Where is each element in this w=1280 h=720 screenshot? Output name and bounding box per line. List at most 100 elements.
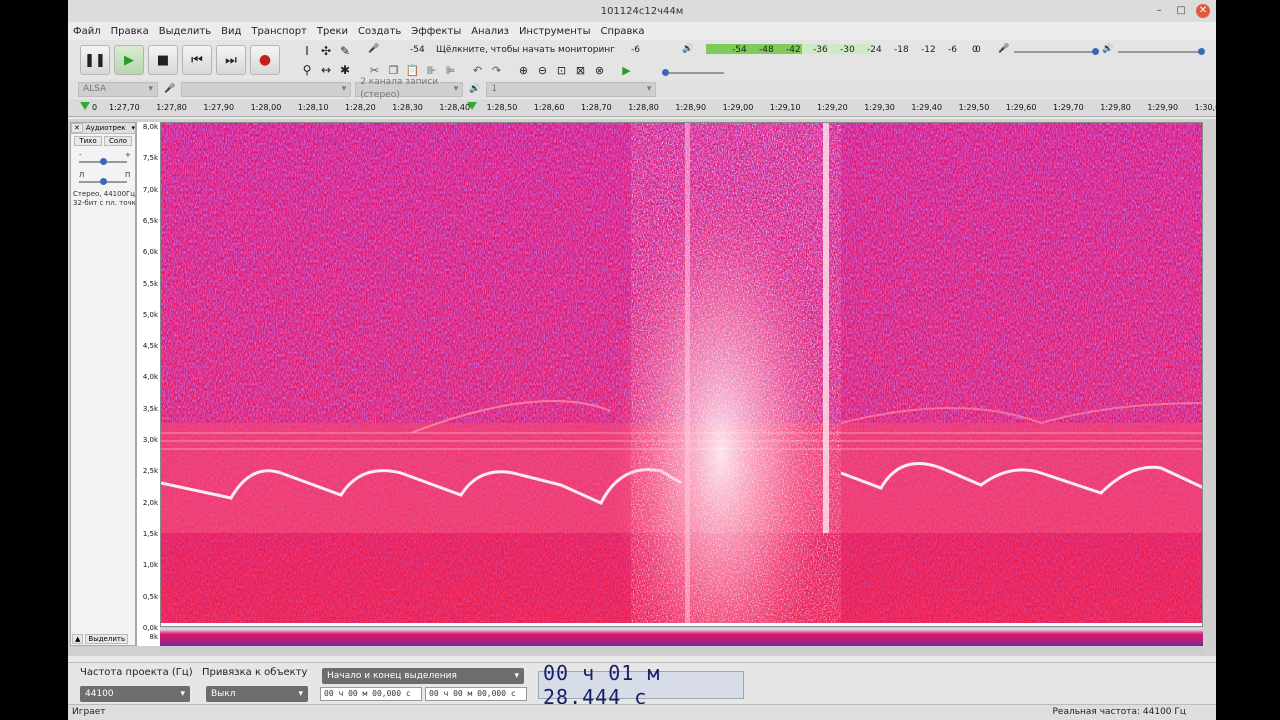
chevron-down-icon: ▾ xyxy=(514,671,519,681)
menu-item-3[interactable]: Вид xyxy=(216,26,246,37)
track-header: ✕ Аудиотрек ▾ xyxy=(71,123,135,134)
vertical-scrollbar[interactable] xyxy=(1206,122,1214,646)
undo-icon[interactable]: ↶ xyxy=(469,62,486,79)
frequency-axis: 8,0k 7,5k 7,0k 6,5k 6,0k 5,5k 5,0k 4,5k 4,0k 3,5k… xyxy=(136,122,160,646)
menu-item-8[interactable]: Анализ xyxy=(466,26,514,37)
mute-button[interactable]: Тихо xyxy=(74,136,102,146)
playback-device-select[interactable]: 1 ▾ xyxy=(486,81,657,97)
minimize-icon[interactable]: – xyxy=(1152,4,1166,18)
gain-min-label: - xyxy=(79,151,82,159)
zoom-tool-icon[interactable]: ⚲ xyxy=(298,61,316,79)
gain-knob[interactable] xyxy=(100,158,107,165)
playback-meter-tick: -24 xyxy=(867,45,882,55)
playback-meter-tick: -54 xyxy=(732,45,747,55)
play-speed-knob[interactable] xyxy=(662,69,669,76)
audio-position-display[interactable]: 00 ч 01 м 28.444 с xyxy=(538,661,744,709)
select-track-button[interactable]: Выделить xyxy=(85,634,129,644)
fit-project-icon[interactable]: ⊠ xyxy=(572,62,589,79)
track-close-icon[interactable]: ✕ xyxy=(71,123,83,133)
track-name[interactable]: Аудиотрек xyxy=(86,124,126,132)
ruler-tick-label: 1:29,30 xyxy=(864,103,895,112)
record-volume-knob[interactable] xyxy=(1092,48,1099,55)
zoom-toggle-icon[interactable]: ⊗ xyxy=(591,62,608,79)
lower-track-strip[interactable] xyxy=(160,629,1203,646)
selection-end-field[interactable]: 00 ч 00 м 00,000 с xyxy=(425,687,527,701)
host-select[interactable]: ALSA ▾ xyxy=(78,81,158,97)
menu-item-1[interactable]: Правка xyxy=(106,26,154,37)
record-meter-prompt[interactable]: Щёлкните, чтобы начать мониторинг xyxy=(436,45,615,55)
ruler-tick-label: 1:28,70 xyxy=(581,103,612,112)
playback-volume-knob[interactable] xyxy=(1198,48,1205,55)
window-controls: – □ ✕ xyxy=(1152,4,1210,18)
menu-item-7[interactable]: Эффекты xyxy=(406,26,466,37)
timeshift-tool-icon[interactable]: ↔ xyxy=(317,61,335,79)
frequency-tick-label: 6,0k xyxy=(142,248,158,257)
selection-mode-value: Начало и конец выделения xyxy=(327,671,457,681)
close-icon[interactable]: ✕ xyxy=(1196,4,1210,18)
pause-button[interactable]: ❚❚ xyxy=(80,45,110,75)
menu-item-6[interactable]: Создать xyxy=(353,26,406,37)
play-region-start-marker[interactable] xyxy=(80,102,90,110)
selection-mode-select[interactable]: Начало и конец выделения ▾ xyxy=(322,668,524,684)
chevron-down-icon: ▾ xyxy=(180,689,185,699)
track-control-panel: ✕ Аудиотрек ▾ Тихо Соло - + Л П Стерео, … xyxy=(70,122,138,646)
ruler-tick-label: 1:30,00 xyxy=(1194,103,1216,112)
maximize-icon[interactable]: □ xyxy=(1174,4,1188,18)
chevron-down-icon: ▾ xyxy=(341,83,347,94)
record-meter-icon[interactable]: 🎤 xyxy=(368,44,379,54)
frequency-tick-label: 2,0k xyxy=(142,498,158,507)
playback-volume-slider[interactable] xyxy=(1118,51,1202,53)
frequency-tick-label: 3,5k xyxy=(142,404,158,413)
menu-item-9[interactable]: Инструменты xyxy=(514,26,596,37)
timeline-ruler[interactable]: 0 1:27,70 1:27,80 1:27,90 1:28,00 1:28,10 1:28… xyxy=(68,99,1216,117)
menu-item-2[interactable]: Выделить xyxy=(154,26,216,37)
redo-icon[interactable]: ↷ xyxy=(488,62,505,79)
rate-select[interactable]: 44100 ▾ xyxy=(80,686,190,702)
selection-tool-icon[interactable]: I xyxy=(298,42,316,60)
collapse-icon[interactable]: ▲ xyxy=(72,634,84,644)
status-bar: Играет Реальная частота: 44100 Гц xyxy=(68,704,1216,720)
multi-tool-icon[interactable]: ✱ xyxy=(336,61,354,79)
menu-item-10[interactable]: Справка xyxy=(596,26,650,37)
envelope-tool-icon[interactable]: ✣ xyxy=(317,42,335,60)
stop-button[interactable]: ■ xyxy=(148,45,178,75)
playback-meter-icon[interactable]: 🔊 xyxy=(682,44,693,54)
menu-item-5[interactable]: Треки xyxy=(312,26,353,37)
draw-tool-icon[interactable]: ✎ xyxy=(336,42,354,60)
zoom-in-icon[interactable]: ⊕ xyxy=(515,62,532,79)
frequency-tick-label: 4,5k xyxy=(142,342,158,351)
chevron-down-icon[interactable]: ▾ xyxy=(131,124,135,132)
record-volume-slider[interactable] xyxy=(1014,51,1094,53)
solo-button[interactable]: Соло xyxy=(104,136,132,146)
horizontal-scrollbar[interactable] xyxy=(160,646,1203,654)
speaker-icon: 🔊 xyxy=(469,84,481,94)
chevron-down-icon: ▾ xyxy=(298,689,303,699)
play-at-speed-icon[interactable]: ▶ xyxy=(618,62,635,79)
playback-volume-icon: 🔊 xyxy=(1102,44,1114,54)
record-device-select[interactable]: ▾ xyxy=(181,81,352,97)
frequency-tick-label: 1,0k xyxy=(142,561,158,570)
selection-start-field[interactable]: 00 ч 00 м 00,000 с xyxy=(320,687,422,701)
playback-meter-tick: -30 xyxy=(840,45,855,55)
ruler-tick-label: 1:29,80 xyxy=(1100,103,1131,112)
menu-item-4[interactable]: Транспорт xyxy=(246,26,311,37)
zoom-out-icon[interactable]: ⊖ xyxy=(534,62,551,79)
skip-end-button[interactable]: ⏭ xyxy=(216,45,246,75)
skip-start-button[interactable]: ⏮ xyxy=(182,45,212,75)
play-speed-slider[interactable] xyxy=(662,72,724,74)
gain-max-label: + xyxy=(125,151,131,159)
ruler-tick-label: 1:27,80 xyxy=(156,103,187,112)
pan-knob[interactable] xyxy=(100,178,107,185)
record-icon: ● xyxy=(258,52,272,68)
frequency-tick-label: 0,5k xyxy=(142,592,158,601)
menu-item-0[interactable]: Файл xyxy=(68,26,106,37)
audio-position-value: 00 ч 01 м 28.444 с xyxy=(543,661,661,709)
record-button[interactable]: ● xyxy=(250,45,280,75)
spectrogram-view[interactable] xyxy=(160,122,1203,627)
frequency-tick-label: 1,5k xyxy=(142,529,158,538)
fit-selection-icon[interactable]: ⊡ xyxy=(553,62,570,79)
snap-select[interactable]: Выкл ▾ xyxy=(206,686,308,702)
record-channels-select[interactable]: 2 канала записи (стерео) ▾ xyxy=(355,77,464,100)
ruler-tick-label: 1:29,00 xyxy=(722,103,754,112)
play-button[interactable]: ▶ xyxy=(114,45,144,75)
